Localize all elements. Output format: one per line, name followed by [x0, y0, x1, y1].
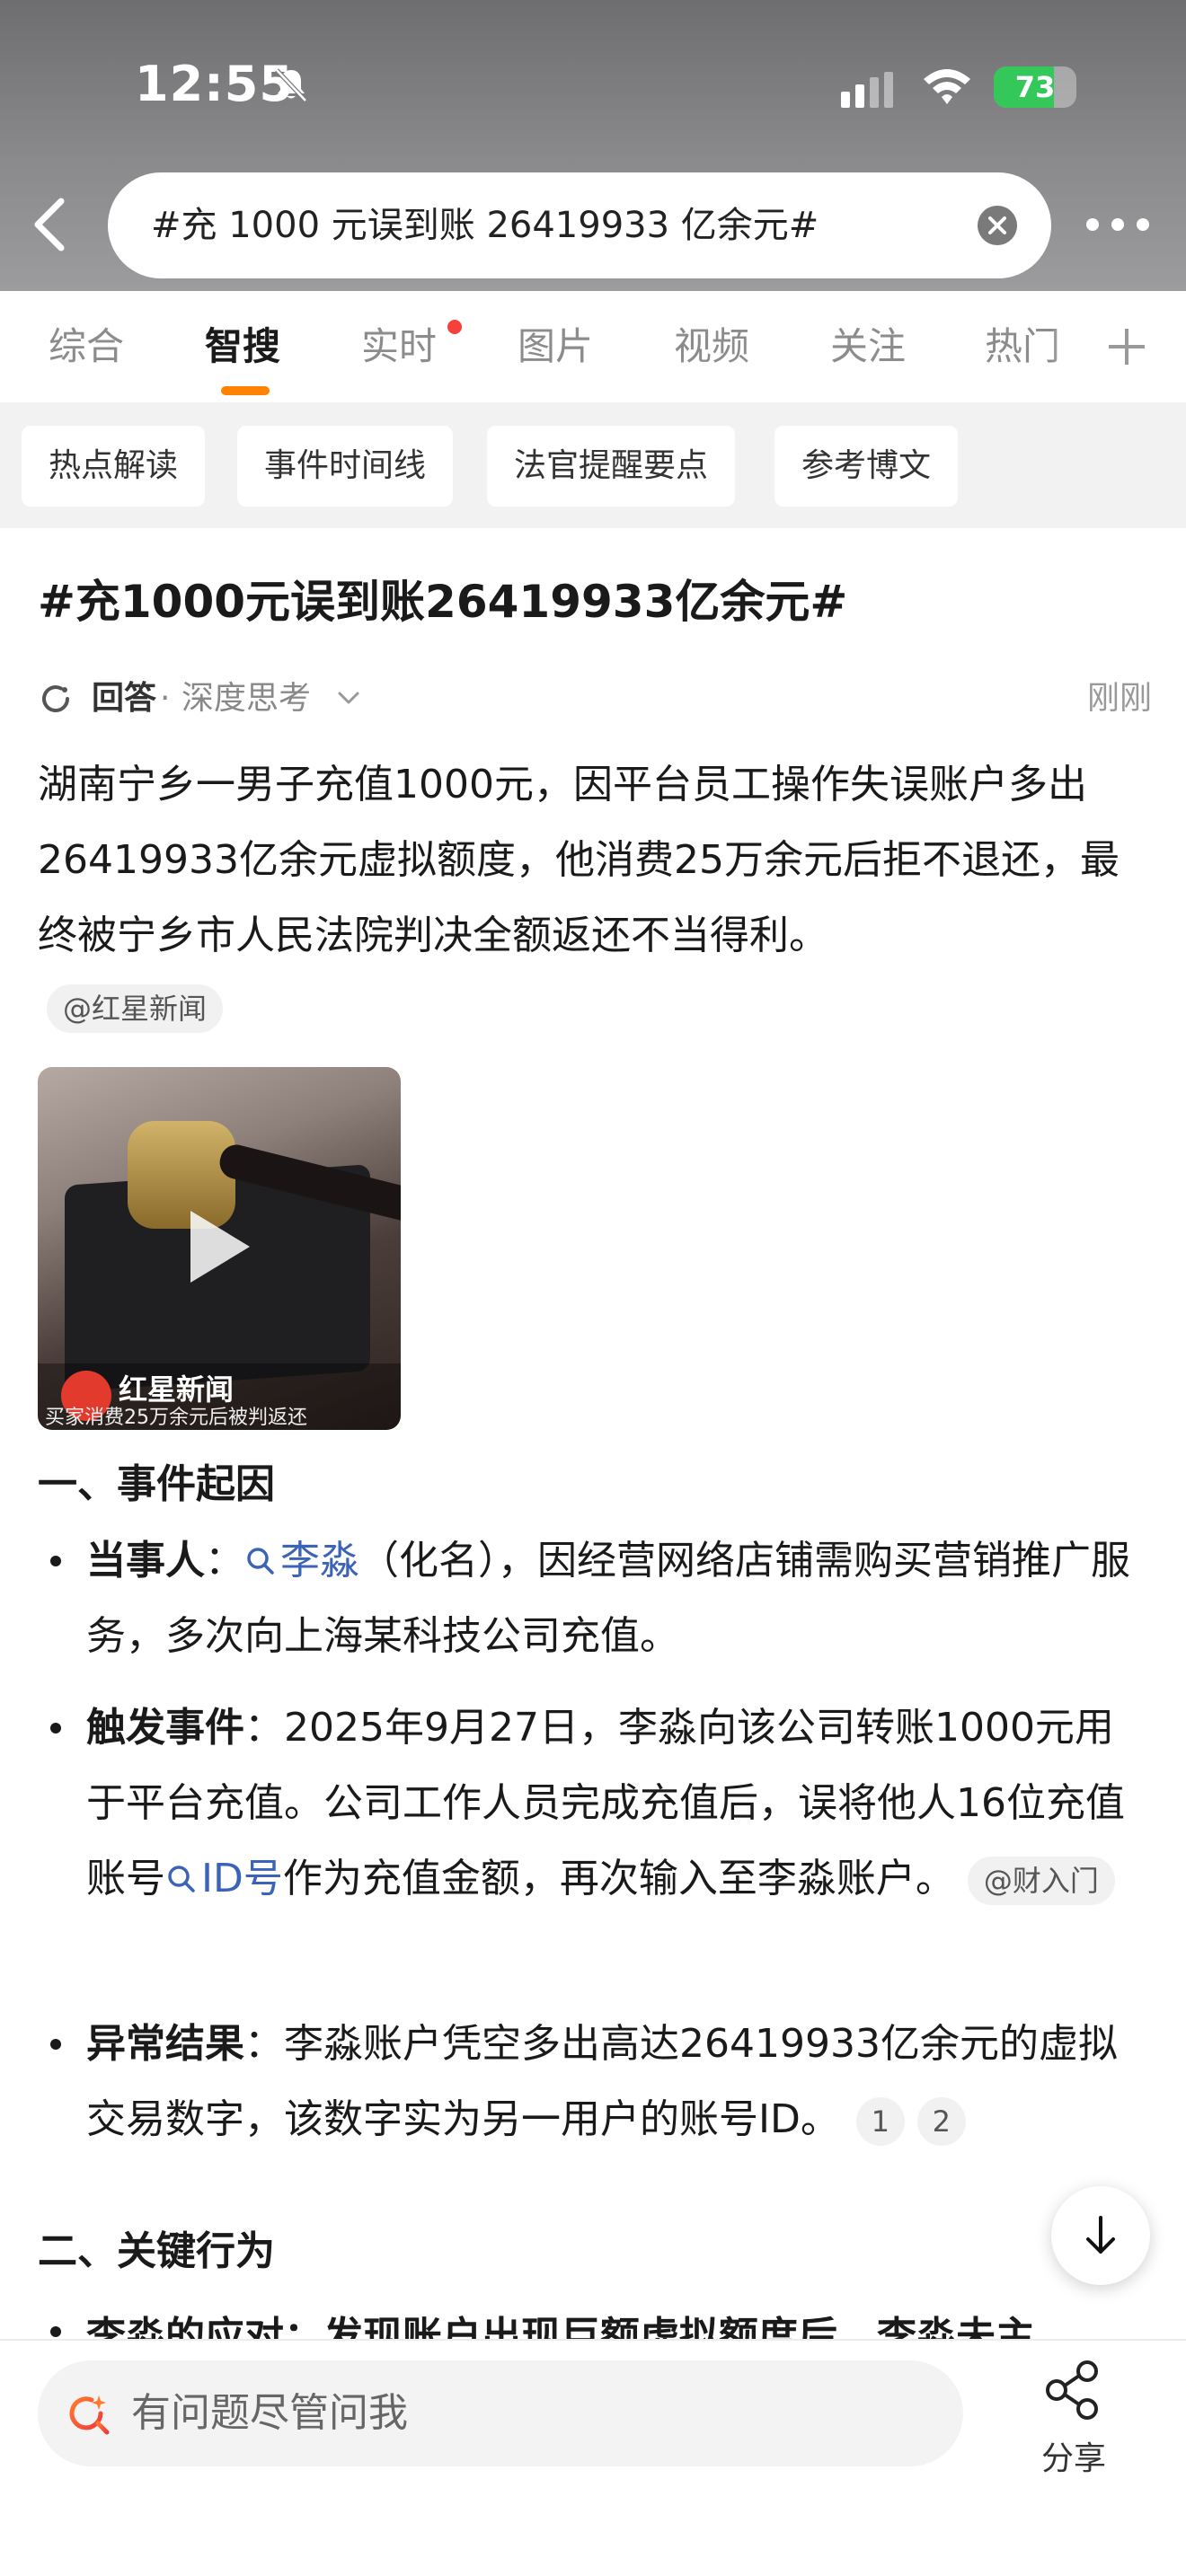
chevron-down-icon[interactable]: [336, 688, 361, 710]
tab-comprehensive[interactable]: 综合: [49, 291, 124, 402]
video-thumbnail[interactable]: 红星新闻 买家消费25万余元后被判返还: [38, 1067, 401, 1430]
bullet-dot: [50, 2039, 61, 2050]
source-tag[interactable]: @红星新闻: [47, 984, 224, 1033]
reference-2[interactable]: 2: [916, 2097, 966, 2146]
battery-indicator: 73: [994, 66, 1076, 108]
ai-search-icon: [69, 2395, 110, 2435]
chip-reference-posts[interactable]: 参考博文: [774, 426, 959, 507]
bullet-dot: [50, 1556, 61, 1566]
cellular-signal-icon: [841, 72, 893, 108]
chip-judge-tips[interactable]: 法官提醒要点: [487, 426, 736, 507]
bell-off-icon: [275, 68, 307, 102]
battery-percent: 73: [1014, 70, 1056, 104]
tab-fade: [1051, 291, 1087, 402]
bullet-label: 异常结果: [86, 2021, 244, 2067]
summary-paragraph: 湖南宁乡一男子充值1000元，因平台员工操作失误账户多出26419933亿余元虚…: [38, 747, 1152, 974]
video-subcaption: 买家消费25万余元后被判返还: [45, 1407, 307, 1429]
add-tab-icon[interactable]: [1103, 323, 1150, 370]
answer-header: 回答 · 深度思考 刚刚: [38, 675, 1152, 722]
search-query: #充 1000 元误到账 26419933 亿余元#: [151, 205, 819, 246]
back-arrow-icon[interactable]: [22, 189, 75, 260]
topic-chips-bar: 热点解读 事件时间线 法官提醒要点 参考博文: [0, 402, 1186, 528]
share-button[interactable]: 分享: [1024, 2359, 1123, 2484]
summary-source-wrap: @红星新闻: [47, 984, 224, 1033]
bullet-dot: [50, 2326, 61, 2337]
ask-placeholder: 有问题尽管问我: [131, 2390, 408, 2436]
truncated-line: 李淼的应对：发现账户出现巨额虚拟额度后，李淼未主: [86, 2314, 1035, 2339]
bullet-result: 异常结果：李淼账户凭空多出高达26419933亿余元的虚拟交易数字，该数字实为另…: [86, 2007, 1152, 2157]
close-icon: [988, 216, 1006, 234]
bullet-colon: ：: [244, 2021, 284, 2067]
summary-text: 湖南宁乡一男子充值1000元，因平台员工操作失误账户多出26419933亿余元虚…: [38, 762, 1120, 958]
page-title: #充1000元误到账26419933亿余元#: [38, 576, 848, 628]
tab-images[interactable]: 图片: [518, 291, 593, 402]
bullet-trigger: 触发事件：2025年9月27日，李淼向该公司转账1000元用于平台充值。公司工作…: [86, 1690, 1152, 1917]
bullet-colon: ：: [205, 1538, 244, 1584]
bullet-colon: ：: [244, 1705, 284, 1751]
bullet-party: 当事人： 李淼（化名），因经营网络店铺需购买营销推广服务，多次向上海某科技公司充值…: [86, 1523, 1152, 1674]
reference-1[interactable]: 1: [855, 2097, 905, 2146]
notification-dot: [447, 320, 462, 334]
bullet-label: 触发事件: [86, 1705, 244, 1751]
arrow-down-icon: [1086, 2216, 1115, 2254]
id-link[interactable]: ID号: [165, 1856, 283, 1901]
bullet-body-b: 作为充值金额，再次输入至李淼账户。: [282, 1856, 955, 1901]
search-icon: [247, 1548, 274, 1575]
person-link-text: 李淼: [280, 1538, 359, 1584]
chip-event-timeline[interactable]: 事件时间线: [237, 426, 454, 507]
answer-timestamp: 刚刚: [1086, 680, 1152, 717]
source-tag[interactable]: @财入门: [967, 1857, 1115, 1905]
bottom-bar: 有问题尽管问我 分享: [0, 2339, 1186, 2576]
scroll-down-button[interactable]: [1051, 2186, 1150, 2285]
play-icon: [190, 1211, 250, 1283]
section-heading-actions: 二、关键行为: [38, 2228, 275, 2274]
wifi-icon: [924, 69, 970, 104]
tab-following[interactable]: 关注: [830, 291, 906, 402]
chip-hot-analysis[interactable]: 热点解读: [22, 426, 206, 507]
share-label: 分享: [1040, 2440, 1106, 2477]
id-link-text: ID号: [201, 1856, 283, 1901]
ask-question-input[interactable]: 有问题尽管问我: [38, 2360, 963, 2466]
active-tab-indicator: [221, 386, 270, 395]
person-link[interactable]: 李淼: [244, 1538, 359, 1584]
more-options-icon[interactable]: [1084, 207, 1152, 243]
answer-label: 回答: [92, 680, 157, 717]
bullet-label: 当事人: [86, 1538, 205, 1584]
section-heading-cause: 一、事件起因: [38, 1461, 275, 1507]
tab-bar: 综合 智搜 实时 图片 视频 关注 热门: [0, 291, 1186, 402]
status-time: 12:55: [135, 56, 294, 112]
search-icon: [168, 1866, 195, 1892]
top-header: 12:55 73 #充 1000 元误到账 26419933 亿余元#: [0, 0, 1186, 291]
refresh-icon: [42, 685, 69, 713]
bullet-dot: [50, 1723, 61, 1734]
share-icon: [1046, 2360, 1098, 2420]
clear-search-button[interactable]: [978, 206, 1017, 245]
search-input[interactable]: #充 1000 元误到账 26419933 亿余元#: [108, 172, 1051, 278]
tab-videos[interactable]: 视频: [674, 291, 749, 402]
answer-separator: ·: [160, 680, 171, 717]
deep-thinking-toggle[interactable]: 深度思考: [181, 675, 311, 722]
tab-realtime[interactable]: 实时: [361, 291, 437, 402]
